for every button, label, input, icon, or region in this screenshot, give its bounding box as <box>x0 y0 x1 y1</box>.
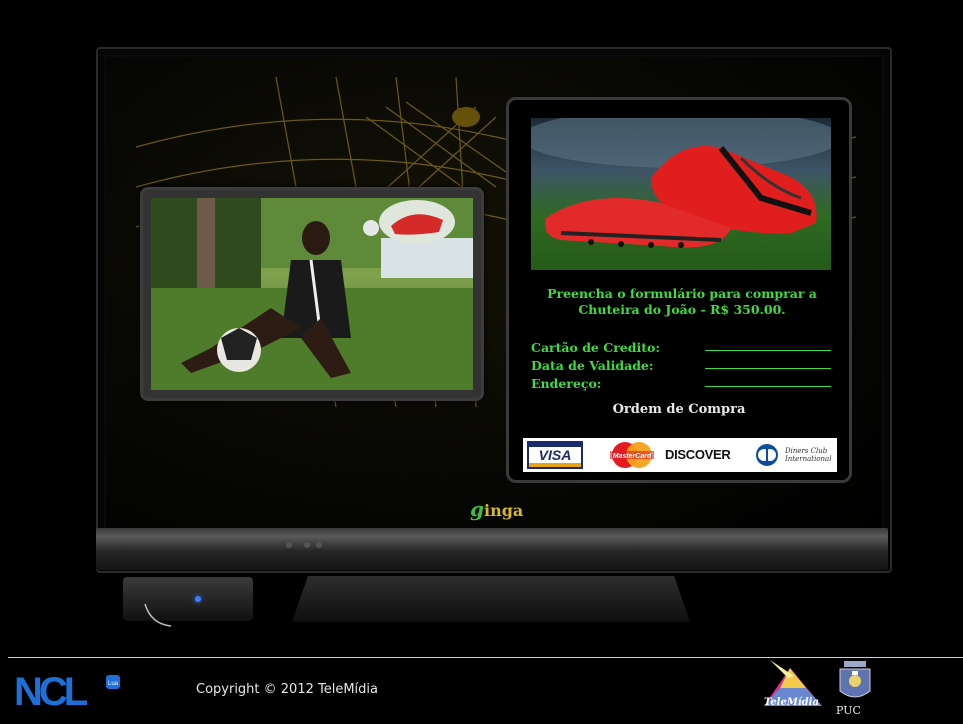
card-logos: VISA MasterCard DISCOVER Diners Club Int… <box>523 438 837 472</box>
copyright-text: Copyright © 2012 TeleMídia <box>196 682 378 697</box>
diners-club-logo: Diners Club International <box>751 441 835 469</box>
video-still <box>151 198 473 390</box>
tv-button <box>316 542 322 548</box>
tv-frame: Preencha o formulário para comprar a Chu… <box>96 47 892 573</box>
product-image-cleats <box>531 118 831 270</box>
credit-card-label: Cartão de Credito: <box>531 340 660 355</box>
tv-buttons <box>286 540 346 552</box>
video-frame <box>140 187 484 401</box>
promo-line-1: Preencha o formulário para comprar a <box>547 286 817 301</box>
form-row-credit-card: Cartão de Credito: <box>531 340 831 358</box>
discover-logo: DISCOVER <box>665 447 731 462</box>
ginga-logo-g: g <box>470 497 484 521</box>
diners-line-2: International <box>785 455 832 463</box>
tv-screen: Preencha o formulário para comprar a Chu… <box>106 57 882 535</box>
telemidia-text: TeleMídia <box>764 697 819 708</box>
ncl-logo: NCL Lua <box>14 670 120 711</box>
expiry-field[interactable] <box>705 368 831 369</box>
mastercard-logo: MasterCard <box>607 441 657 469</box>
set-top-box <box>123 577 253 627</box>
puc-text: PUC <box>836 704 861 717</box>
ball-in-net <box>452 107 480 127</box>
ginga-logo-text: inga <box>483 501 524 520</box>
visa-logo: VISA <box>527 441 583 469</box>
slide: Preencha o formulário para comprar a Chu… <box>0 0 963 724</box>
lua-badge: Lua <box>108 681 119 687</box>
address-field[interactable] <box>705 386 831 387</box>
set-top-box-cable <box>144 603 172 627</box>
mastercard-text: MasterCard <box>613 453 652 460</box>
tv-button <box>304 542 310 548</box>
address-label: Endereço: <box>531 376 602 391</box>
tv-power-button <box>286 542 292 548</box>
svg-text:NCL: NCL <box>14 670 88 711</box>
promo-text: Preencha o formulário para comprar a Chu… <box>519 286 845 318</box>
order-panel: Preencha o formulário para comprar a Chu… <box>506 97 852 483</box>
form-row-address: Endereço: <box>531 376 831 394</box>
credit-card-field[interactable] <box>705 350 831 351</box>
set-top-box-led <box>195 596 201 602</box>
form-row-expiry: Data de Validade: <box>531 358 831 376</box>
boy-with-ball-image <box>151 198 473 390</box>
ginga-logo: ginga <box>470 497 523 521</box>
expiry-label: Data de Validade: <box>531 358 654 373</box>
footer-divider <box>8 657 963 658</box>
tv-bezel <box>96 528 888 570</box>
tv-stand <box>292 576 690 622</box>
purchase-order-button[interactable]: Ordem de Compra <box>609 402 749 417</box>
promo-line-2: Chuteira do João - R$ 350.00. <box>578 302 786 317</box>
diners-line-1: Diners Club <box>785 447 828 455</box>
